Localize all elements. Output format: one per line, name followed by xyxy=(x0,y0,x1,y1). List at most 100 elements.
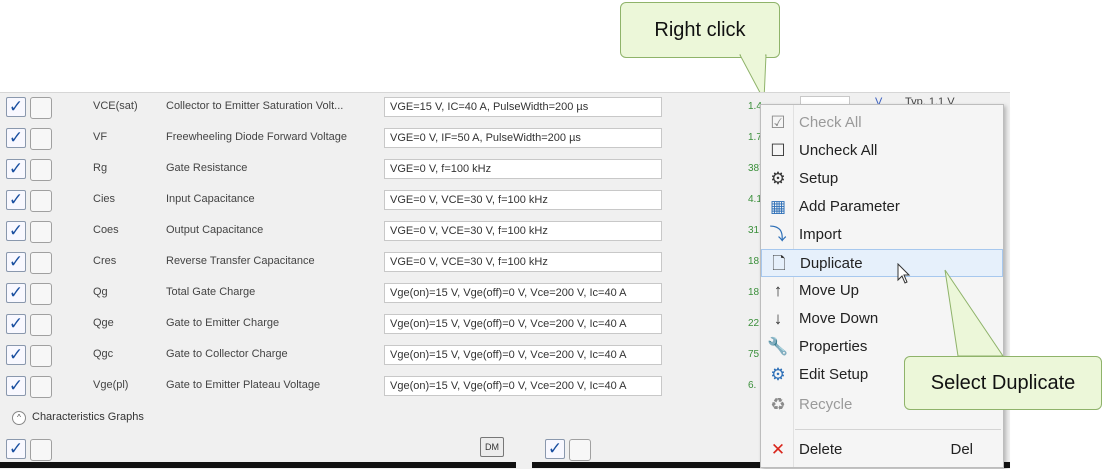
menu-item-label: Duplicate xyxy=(800,255,863,272)
parameter-name: Gate to Emitter Plateau Voltage xyxy=(166,379,321,391)
row-checkbox[interactable]: ✓ xyxy=(6,159,26,179)
conditions-field[interactable]: VGE=0 V, IF=50 A, PulseWidth=200 µs xyxy=(384,128,662,148)
graph-square-button[interactable] xyxy=(30,439,52,461)
menu-item-label: Delete xyxy=(799,441,843,458)
menu-item-label: Edit Setup xyxy=(799,366,869,383)
menu-item-label: Check All xyxy=(799,114,862,131)
row-checkbox[interactable]: ✓ xyxy=(6,221,26,241)
parameter-symbol: Vge(pl) xyxy=(93,379,129,391)
menu-item-label: Setup xyxy=(799,170,839,187)
parameter-value: 31 xyxy=(748,225,760,236)
graph-checkbox-2[interactable]: ✓ xyxy=(545,439,565,459)
parameter-name: Gate Resistance xyxy=(166,162,248,174)
row-checkbox[interactable]: ✓ xyxy=(6,283,26,303)
parameter-symbol: Qgc xyxy=(93,348,114,360)
menu-item-check-all[interactable]: ☑ Check All xyxy=(761,109,1003,137)
row-square-button[interactable] xyxy=(30,190,52,212)
parameter-symbol: Qge xyxy=(93,317,114,329)
menu-item-import[interactable]: ⤵ Import xyxy=(761,221,1003,249)
conditions-field[interactable]: VGE=0 V, f=100 kHz xyxy=(384,159,662,179)
select-duplicate-callout: Select Duplicate xyxy=(904,356,1102,410)
menu-separator xyxy=(795,429,1001,430)
add-table-icon: ▦ xyxy=(769,197,787,216)
menu-item-label: Recycle xyxy=(799,396,853,413)
parameter-name: Freewheeling Diode Forward Voltage xyxy=(166,131,347,143)
row-square-button[interactable] xyxy=(30,283,52,305)
row-checkbox[interactable]: ✓ xyxy=(6,376,26,396)
conditions-field[interactable]: Vge(on)=15 V, Vge(off)=0 V, Vce=200 V, I… xyxy=(384,345,662,365)
menu-item-shortcut: Del xyxy=(950,441,973,458)
graph-square-button-2[interactable] xyxy=(569,439,591,461)
parameter-value: 18 xyxy=(748,287,760,298)
row-square-button[interactable] xyxy=(30,252,52,274)
right-click-callout: Right click xyxy=(620,2,780,58)
row-checkbox[interactable]: ✓ xyxy=(6,128,26,148)
menu-item-add-parameter[interactable]: ▦ Add Parameter xyxy=(761,193,1003,221)
checkbox-empty-icon: ☐ xyxy=(770,141,786,160)
characteristics-graphs-label: Characteristics Graphs xyxy=(32,411,144,423)
row-checkbox[interactable]: ✓ xyxy=(6,97,26,117)
parameter-symbol: VF xyxy=(93,131,108,143)
parameter-symbol: VCE(sat) xyxy=(93,100,138,112)
parameter-value: 18 xyxy=(748,256,760,267)
parameter-name: Reverse Transfer Capacitance xyxy=(166,255,315,267)
menu-item-label: Import xyxy=(799,226,842,243)
menu-item-label: Properties xyxy=(799,338,868,355)
row-square-button[interactable] xyxy=(30,128,52,150)
row-square-button[interactable] xyxy=(30,345,52,367)
parameter-symbol: Rg xyxy=(93,162,108,174)
parameter-symbol: Cres xyxy=(93,255,117,267)
menu-item-label: Uncheck All xyxy=(799,142,878,159)
parameter-value: 22 xyxy=(748,318,760,329)
parameter-name: Input Capacitance xyxy=(166,193,255,205)
checkbox-checked-icon: ☑ xyxy=(770,113,786,132)
menu-item-label: Add Parameter xyxy=(799,198,900,215)
row-checkbox[interactable]: ✓ xyxy=(6,252,26,272)
row-checkbox[interactable]: ✓ xyxy=(6,345,26,365)
menu-item-setup[interactable]: ⚙ Setup xyxy=(761,165,1003,193)
chevron-up-icon[interactable]: ^ xyxy=(12,411,26,425)
parameter-name: Gate to Emitter Charge xyxy=(166,317,280,329)
dm-icon[interactable]: DM xyxy=(480,437,504,457)
conditions-field[interactable]: Vge(on)=15 V, Vge(off)=0 V, Vce=200 V, I… xyxy=(384,376,662,396)
parameter-name: Total Gate Charge xyxy=(166,286,256,298)
menu-item-label: Move Up xyxy=(799,282,860,299)
import-icon: ⤵ xyxy=(769,225,787,244)
conditions-field[interactable]: VGE=0 V, VCE=30 V, f=100 kHz xyxy=(384,190,662,210)
conditions-field[interactable]: VGE=0 V, VCE=30 V, f=100 kHz xyxy=(384,221,662,241)
conditions-field[interactable]: Vge(on)=15 V, Vge(off)=0 V, Vce=200 V, I… xyxy=(384,283,662,303)
row-square-button[interactable] xyxy=(30,376,52,398)
parameter-symbol: Qg xyxy=(93,286,108,298)
arrow-up-icon: ↑ xyxy=(773,281,783,300)
menu-item-uncheck-all[interactable]: ☐ Uncheck All xyxy=(761,137,1003,165)
mouse-cursor-icon xyxy=(897,263,911,284)
row-checkbox[interactable]: ✓ xyxy=(6,190,26,210)
parameter-name: Output Capacitance xyxy=(166,224,264,236)
arrow-down-icon: ↓ xyxy=(773,309,783,328)
parameter-name: Collector to Emitter Saturation Volt... xyxy=(166,100,344,112)
document-icon: 🗋 xyxy=(772,254,786,273)
strip-gap xyxy=(516,462,532,468)
right-click-text: Right click xyxy=(654,18,746,41)
graph-checkbox[interactable]: ✓ xyxy=(6,439,26,459)
menu-item-delete[interactable]: ✕ Delete Del xyxy=(761,436,1003,464)
row-square-button[interactable] xyxy=(30,97,52,119)
conditions-field[interactable]: Vge(on)=15 V, Vge(off)=0 V, Vce=200 V, I… xyxy=(384,314,662,334)
parameter-value: 75 xyxy=(748,349,760,360)
conditions-field[interactable]: VGE=15 V, IC=40 A, PulseWidth=200 µs xyxy=(384,97,662,117)
menu-item-label: Move Down xyxy=(799,310,879,327)
delete-x-icon: ✕ xyxy=(770,440,786,459)
row-checkbox[interactable]: ✓ xyxy=(6,314,26,334)
row-square-button[interactable] xyxy=(30,221,52,243)
gear-icon: ⚙ xyxy=(770,169,786,188)
select-duplicate-text: Select Duplicate xyxy=(930,371,1076,394)
row-square-button[interactable] xyxy=(30,314,52,336)
wrench-icon: 🔧 xyxy=(767,337,789,356)
conditions-field[interactable]: VGE=0 V, VCE=30 V, f=100 kHz xyxy=(384,252,662,272)
parameter-symbol: Cies xyxy=(93,193,116,205)
recycle-icon: ♻ xyxy=(770,395,786,414)
row-square-button[interactable] xyxy=(30,159,52,181)
parameter-value: 6. xyxy=(748,380,757,391)
edit-gear-icon: ⚙ xyxy=(770,365,786,384)
select-duplicate-pointer xyxy=(944,269,1004,357)
